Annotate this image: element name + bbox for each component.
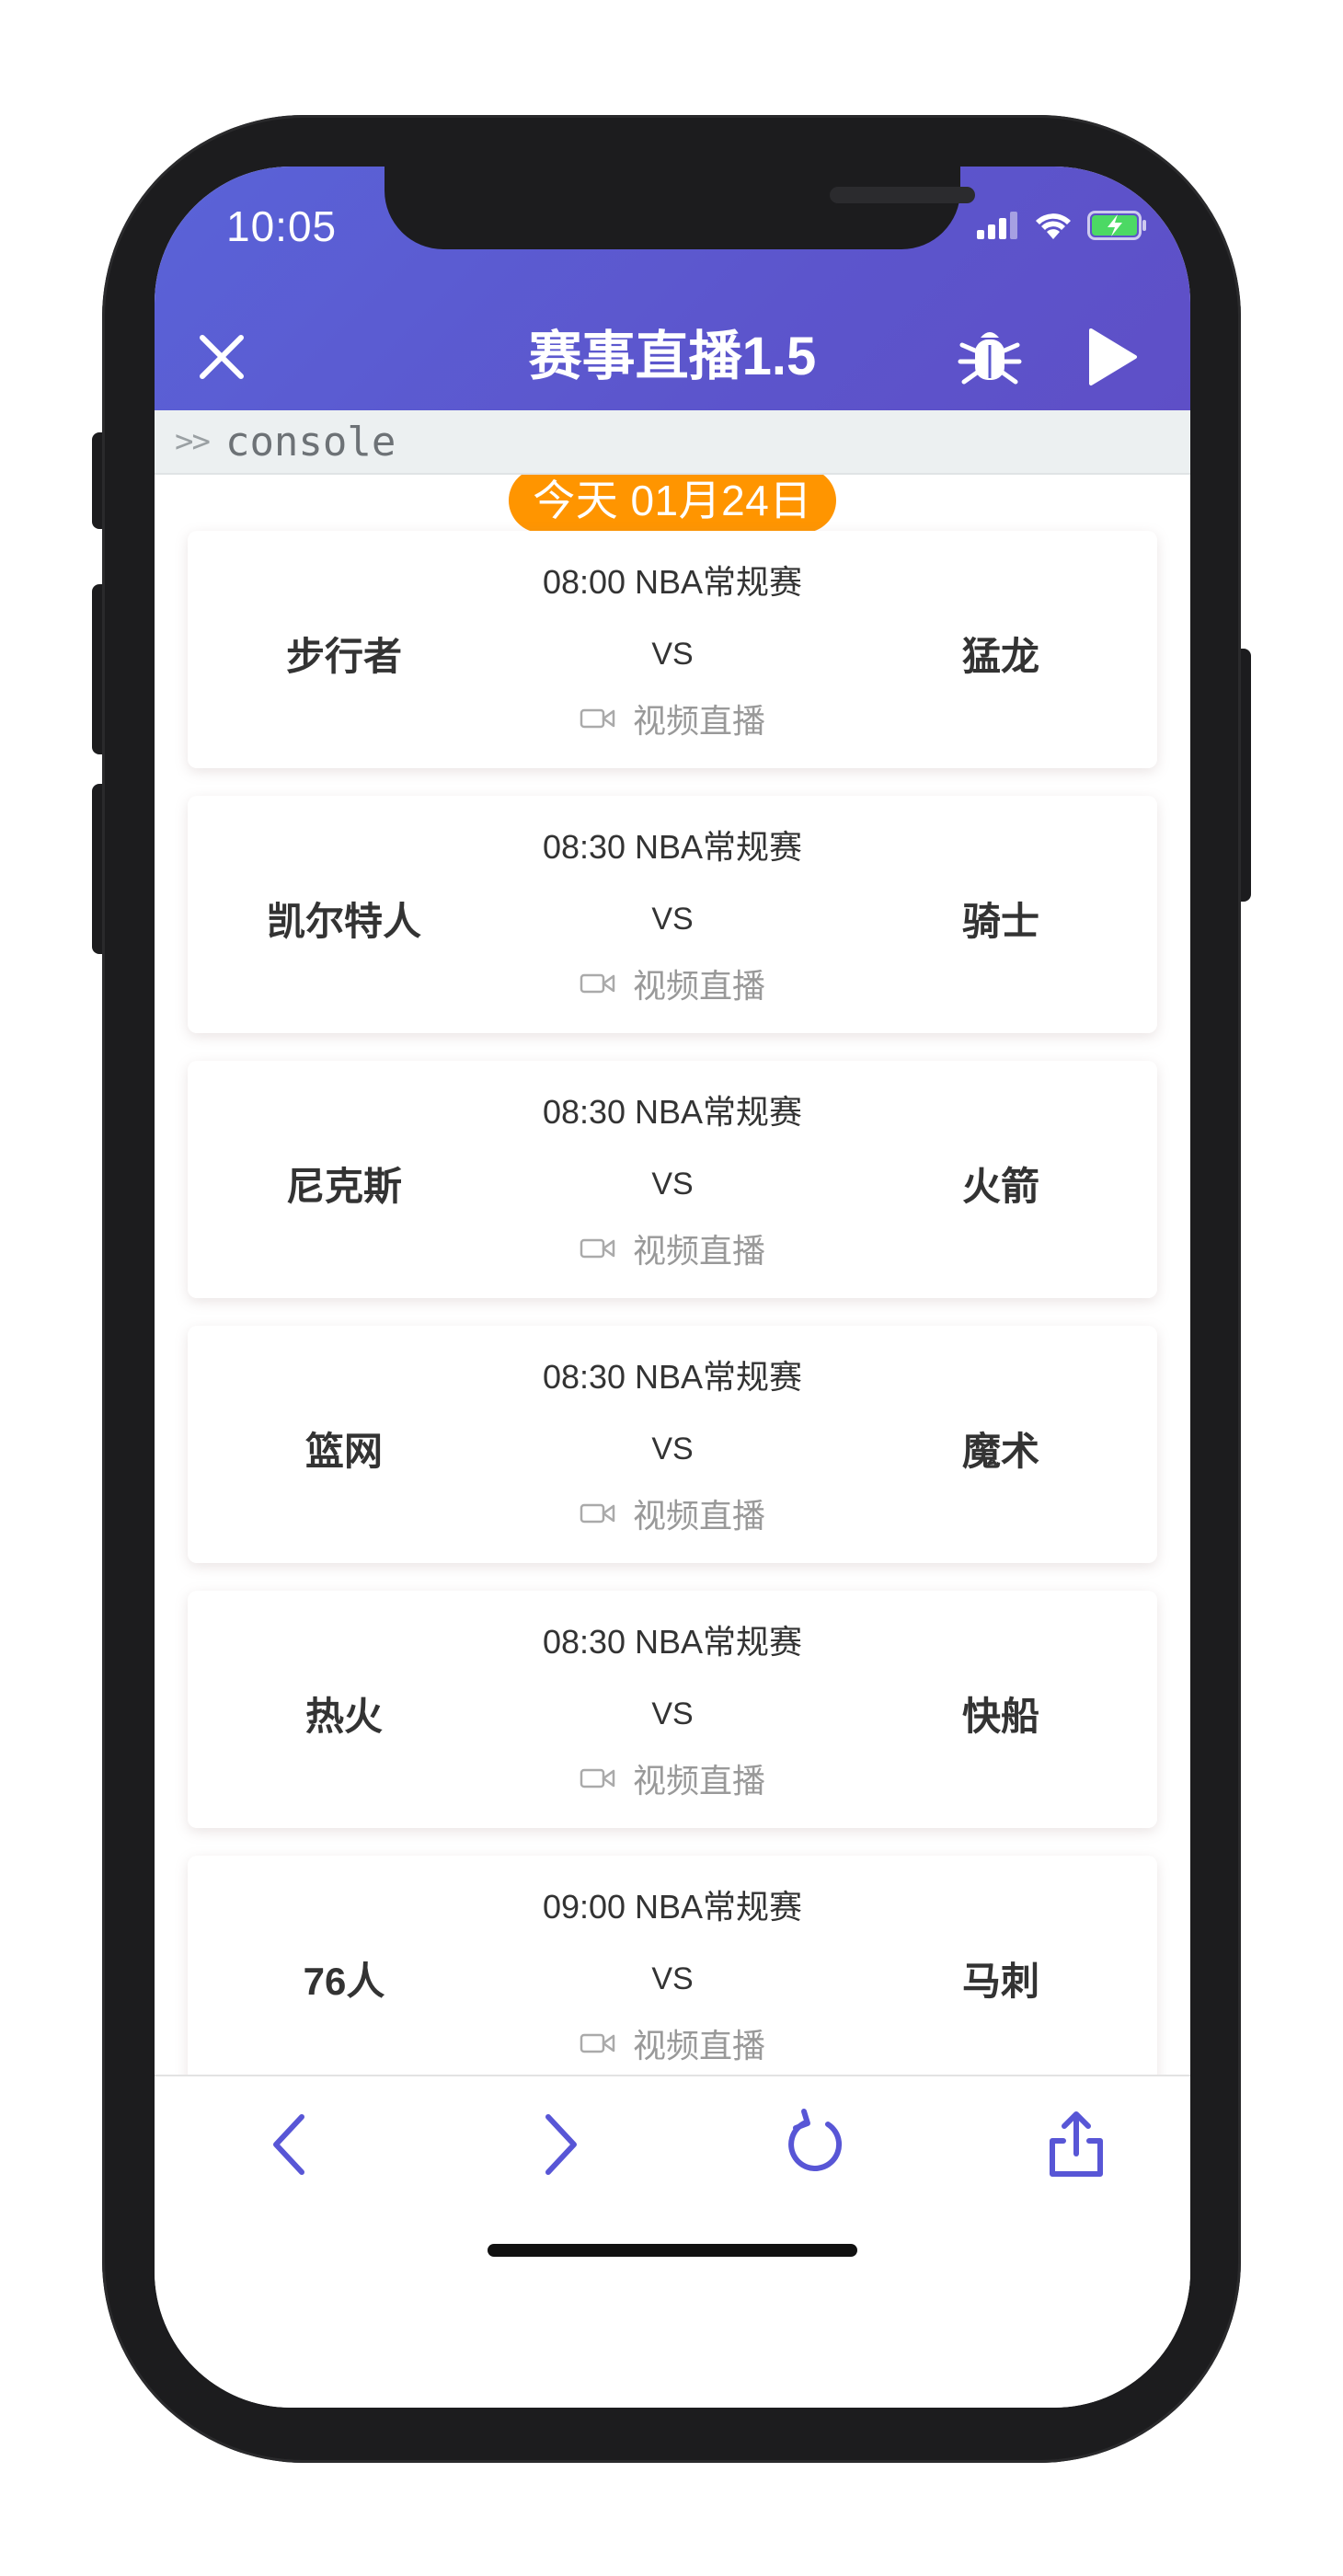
video-live-label: 视频直播 [632,967,765,1005]
match-time-league: 08:30 NBA常规赛 [542,1093,803,1131]
forward-icon[interactable] [521,2108,594,2181]
away-team: 快船 [961,1695,1039,1738]
video-live-link[interactable]: 视频直播 [188,1489,1157,1537]
nav-bar: 赛事直播1.5 [155,305,1190,410]
home-indicator [488,2244,857,2257]
video-live-label: 视频直播 [632,702,765,740]
video-live-label: 视频直播 [632,2027,765,2064]
video-camera-icon [580,1503,615,1524]
status-time: 10:05 [226,202,338,250]
console-prompt: >> [175,423,211,460]
video-camera-icon [580,1768,615,1788]
battery-charging-icon [1087,211,1146,240]
date-header: 今天 01月24日 [155,475,1190,533]
schedule-content[interactable]: 今天 01月24日 08:00 NBA常规赛 步行者 VS 猛龙 视频直播 08:30 NB… [155,475,1190,2075]
video-camera-icon [580,2033,615,2053]
canvas: 10:05 赛事直播1.5 >> console 今天 01月24日 08:00… [0,0,1343,2576]
match-time-league: 08:00 NBA常规赛 [542,563,803,601]
notch [385,167,975,249]
close-icon[interactable] [189,325,254,389]
match-time-league: 08:30 NBA常规赛 [542,828,803,866]
away-team: 马刺 [961,1960,1039,2003]
match-card[interactable]: 08:30 NBA常规赛 篮网 VS 魔术 视频直播 [188,1326,1157,1563]
match-card[interactable]: 08:00 NBA常规赛 步行者 VS 猛龙 视频直播 [188,531,1157,768]
away-team: 骑士 [961,900,1039,943]
away-team: 魔术 [961,1430,1039,1473]
video-live-link[interactable]: 视频直播 [188,960,1157,1007]
console-toggle[interactable]: >> console [155,410,1190,475]
share-icon[interactable] [1039,2108,1113,2181]
status-icons [977,211,1148,240]
match-time-league: 08:30 NBA常规赛 [542,1623,803,1661]
video-live-link[interactable]: 视频直播 [188,2019,1157,2067]
video-camera-icon [580,973,615,994]
back-icon[interactable] [256,2108,329,2181]
refresh-icon[interactable] [780,2108,854,2181]
bottom-toolbar [155,2075,1190,2408]
date-badge: 今天 01月24日 [509,475,836,533]
video-camera-icon [580,708,615,729]
signal-icon [977,212,1017,239]
match-list: 08:00 NBA常规赛 步行者 VS 猛龙 视频直播 08:30 NBA常规赛 凯尔特人 V… [188,531,1157,2075]
wifi-icon [1036,213,1071,239]
match-card[interactable]: 08:30 NBA常规赛 热火 VS 快船 视频直播 [188,1591,1157,1828]
match-time-league: 09:00 NBA常规赛 [542,1888,803,1926]
play-icon[interactable] [1082,325,1141,389]
speaker-grille [830,187,975,203]
away-team: 猛龙 [961,635,1039,678]
video-live-link[interactable]: 视频直播 [188,1225,1157,1272]
bug-icon[interactable] [957,323,1023,389]
away-team: 火箭 [961,1165,1039,1208]
phone-screen: 10:05 赛事直播1.5 >> console 今天 01月24日 08:00… [155,167,1190,2408]
video-live-link[interactable]: 视频直播 [188,1754,1157,1802]
video-live-label: 视频直播 [632,1232,765,1270]
page-title: 赛事直播1.5 [528,327,817,386]
video-camera-icon [580,1238,615,1259]
match-card[interactable]: 09:00 NBA常规赛 76人 VS 马刺 视频直播 [188,1856,1157,2075]
video-live-label: 视频直播 [632,1762,765,1800]
match-time-league: 08:30 NBA常规赛 [542,1358,803,1396]
video-live-link[interactable]: 视频直播 [188,695,1157,742]
console-label: console [224,418,396,466]
match-card[interactable]: 08:30 NBA常规赛 尼克斯 VS 火箭 视频直播 [188,1061,1157,1298]
app-header: 10:05 赛事直播1.5 [155,167,1190,410]
match-card[interactable]: 08:30 NBA常规赛 凯尔特人 VS 骑士 视频直播 [188,796,1157,1033]
video-live-label: 视频直播 [632,1497,765,1535]
